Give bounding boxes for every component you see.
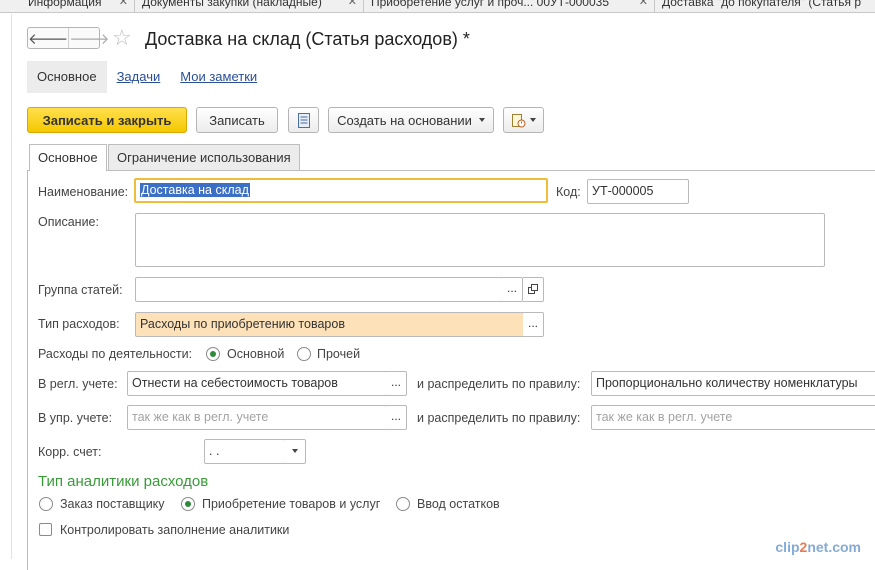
document-clock-icon bbox=[512, 113, 526, 127]
reg-select-button[interactable]: ... bbox=[386, 371, 407, 396]
analytics-balance-label: Ввод остатков bbox=[417, 497, 500, 511]
group-field[interactable] bbox=[135, 277, 503, 302]
forward-arrow-icon[interactable]: 🡒 bbox=[68, 28, 109, 48]
window-tab-label: Доставка "до покупателя" (Статья р bbox=[662, 0, 862, 9]
window-tab-services[interactable]: Приобретение услуг и проч... 00УТ-000035… bbox=[365, 0, 655, 12]
group-open-button[interactable] bbox=[523, 277, 544, 302]
save-and-close-button[interactable]: Записать и закрыть bbox=[27, 107, 187, 133]
section-notes-link[interactable]: Мои заметки bbox=[170, 61, 267, 93]
page-title: Доставка на склад (Статья расходов) * bbox=[145, 29, 470, 49]
reg-rule-field[interactable]: Пропорционально количеству номенклатуры bbox=[591, 371, 875, 396]
activity-other-label: Прочей bbox=[317, 347, 361, 361]
section-tasks-link[interactable]: Задачи bbox=[107, 61, 171, 93]
mgmt-distribute-label: и распределить по правилу: bbox=[417, 411, 581, 425]
analytics-order-label: Заказ поставщику bbox=[60, 497, 165, 511]
description-textarea[interactable] bbox=[135, 213, 825, 267]
tab-main[interactable]: Основное bbox=[29, 144, 107, 171]
print-menu-button[interactable] bbox=[503, 107, 544, 133]
control-analytics-checkbox[interactable] bbox=[39, 523, 52, 536]
activity-main-label: Основной bbox=[227, 347, 285, 361]
close-icon[interactable]: ✕ bbox=[119, 0, 128, 11]
corr-dropdown-button[interactable] bbox=[285, 439, 306, 464]
section-main[interactable]: Основное bbox=[27, 61, 107, 93]
analytics-order-radio[interactable] bbox=[39, 497, 53, 511]
left-panel-edge bbox=[0, 14, 12, 559]
reg-distribute-label: и распределить по правилу: bbox=[417, 377, 581, 391]
mgmt-field[interactable]: так же как в регл. учете bbox=[127, 405, 387, 430]
mgmt-select-button[interactable]: ... bbox=[386, 405, 407, 430]
history-nav: 🡐 🡒 bbox=[27, 27, 109, 49]
analytics-purchase-label: Приобретение товаров и услуг bbox=[202, 497, 381, 511]
expense-type-label: Тип расходов: bbox=[38, 317, 120, 331]
mgmt-rule-field[interactable]: так же как в регл. учете bbox=[591, 405, 875, 430]
open-window-icon bbox=[528, 284, 538, 294]
chevron-down-icon bbox=[478, 118, 485, 122]
back-arrow-icon[interactable]: 🡐 bbox=[28, 28, 68, 48]
control-analytics-label: Контролировать заполнение аналитики bbox=[60, 523, 290, 537]
watermark-logo: clip2net.com bbox=[775, 539, 861, 555]
description-label: Описание: bbox=[38, 215, 99, 229]
group-label: Группа статей: bbox=[38, 283, 123, 297]
section-nav: Основное Задачи Мои заметки bbox=[27, 61, 267, 93]
window-tab-delivery[interactable]: Доставка "до покупателя" (Статья р bbox=[656, 0, 875, 12]
report-button[interactable] bbox=[288, 107, 319, 133]
corr-field[interactable]: . . bbox=[204, 439, 286, 464]
reg-field[interactable]: Отнести на себестоимость товаров bbox=[127, 371, 387, 396]
chevron-down-icon bbox=[530, 118, 536, 122]
close-icon[interactable]: ✕ bbox=[348, 0, 357, 11]
chevron-down-icon bbox=[292, 448, 298, 453]
activity-main-radio[interactable] bbox=[206, 347, 220, 361]
activity-label: Расходы по деятельности: bbox=[38, 347, 193, 361]
favorite-star-icon[interactable]: ☆ bbox=[112, 26, 132, 50]
window-tab-label: Приобретение услуг и проч... 00УТ-000035 bbox=[371, 0, 609, 9]
window-tab-label: Информация bbox=[28, 0, 102, 9]
create-based-on-label: Создать на основании bbox=[337, 112, 472, 128]
code-field[interactable]: УТ-000005 bbox=[587, 179, 689, 204]
activity-other-radio[interactable] bbox=[297, 347, 311, 361]
document-list-icon bbox=[297, 112, 310, 128]
analytics-title: Тип аналитики расходов bbox=[38, 473, 209, 490]
save-button[interactable]: Записать bbox=[196, 107, 278, 133]
window-tab-purchase-docs[interactable]: Документы закупки (накладные) ✕ bbox=[136, 0, 364, 12]
create-based-on-button[interactable]: Создать на основании bbox=[328, 107, 494, 133]
name-value: Доставка на склад bbox=[140, 183, 250, 197]
code-label: Код: bbox=[556, 185, 581, 199]
window-tab-label: Документы закупки (накладные) bbox=[142, 0, 322, 9]
window-tab-info[interactable]: Информация ✕ bbox=[22, 0, 135, 12]
corr-label: Корр. счет: bbox=[38, 445, 102, 459]
expense-type-field[interactable]: Расходы по приобретению товаров bbox=[135, 312, 524, 337]
name-field[interactable]: Доставка на склад bbox=[134, 178, 548, 203]
name-label: Наименование: bbox=[38, 185, 129, 199]
group-select-button[interactable]: ... bbox=[502, 277, 523, 302]
reg-label: В регл. учете: bbox=[38, 377, 118, 391]
tab-usage-restriction[interactable]: Ограничение использования bbox=[108, 144, 300, 170]
window-tabs-bar: Информация ✕ Документы закупки (накладны… bbox=[0, 0, 875, 13]
watermark-left: clip bbox=[775, 539, 800, 555]
watermark-right: net.com bbox=[807, 539, 861, 555]
mgmt-label: В упр. учете: bbox=[38, 411, 113, 425]
analytics-purchase-radio[interactable] bbox=[181, 497, 195, 511]
expense-type-select-button[interactable]: ... bbox=[523, 312, 544, 337]
close-icon[interactable]: ✕ bbox=[639, 0, 648, 11]
analytics-balance-radio[interactable] bbox=[396, 497, 410, 511]
